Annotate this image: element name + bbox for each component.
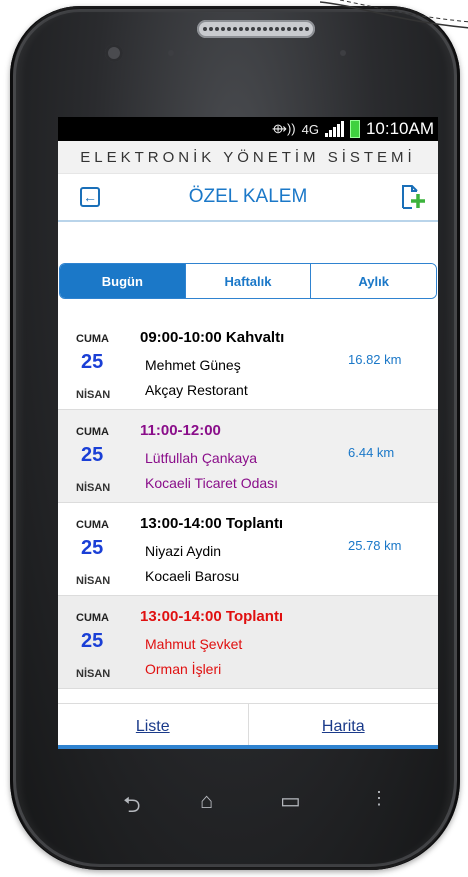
item-person: Mahmut Şevket [145, 636, 243, 652]
app-title: ELEKTRONİK YÖNETİM SİSTEMİ [58, 141, 438, 173]
battery-icon [349, 120, 360, 138]
item-day: CUMA [76, 333, 109, 345]
page-title: ÖZEL KALEM [188, 186, 308, 207]
map-view-link[interactable]: Harita [247, 704, 439, 749]
list-item[interactable]: CUMA 25 NİSAN 11:00-12:00 Lütfullah Çank… [58, 410, 438, 503]
tab-monthly[interactable]: Aylık [310, 264, 436, 298]
clock: 10:10AM [365, 119, 434, 138]
item-distance: 16.82 km [348, 352, 402, 367]
item-day: CUMA [76, 612, 109, 624]
home-key-icon[interactable]: ⌂ [200, 788, 213, 814]
item-distance: 6.44 km [348, 445, 395, 460]
item-date: 25 [81, 537, 104, 559]
charging-cable [320, 0, 468, 29]
item-person: Niyazi Aydin [145, 543, 222, 559]
period-tabs: Bugün Haftalık Aylık [59, 263, 437, 299]
item-time: 13:00-14:00 Toplantı [140, 515, 284, 532]
hardware-keys: ⮌ ⌂ ▭ ⋮ [95, 788, 395, 818]
item-date: 25 [81, 630, 104, 652]
sensor-dot [186, 50, 192, 56]
back-key-icon[interactable]: ⮌ [123, 788, 141, 826]
wifi-icon: ⟴)) [271, 121, 296, 136]
tab-weekly[interactable]: Haftalık [184, 264, 311, 298]
bottom-nav: Liste Harita [58, 703, 438, 749]
recent-apps-key-icon[interactable]: ▭ [280, 788, 301, 814]
item-time: 11:00-12:00 [140, 422, 221, 439]
item-date: 25 [81, 444, 104, 466]
item-place: Kocaeli Ticaret Odası [145, 475, 279, 491]
item-day: CUMA [76, 519, 109, 531]
page-header: ← ÖZEL KALEM [58, 173, 438, 222]
list-item[interactable]: CUMA 25 NİSAN 09:00-10:00 Kahvaltı Mehme… [58, 317, 438, 410]
front-camera [105, 44, 123, 62]
item-date: 25 [81, 351, 104, 373]
item-month: NİSAN [76, 668, 111, 680]
item-time: 09:00-10:00 Kahvaltı [140, 329, 285, 346]
earpiece-speaker [197, 20, 315, 38]
status-bar: ⟴)) 4G 10:10AM [58, 117, 438, 141]
item-time: 13:00-14:00 Toplantı [140, 608, 284, 625]
signal-icon [324, 121, 344, 137]
add-document-icon[interactable] [400, 182, 426, 210]
screen: ⟴)) 4G 10:10AM ELEKTRONİK YÖNETİM SİSTEM… [58, 117, 438, 749]
list-item[interactable]: CUMA 25 NİSAN 13:00-14:00 Toplantı Mahmu… [58, 596, 438, 689]
tab-today[interactable]: Bugün [60, 264, 185, 298]
item-place: Akçay Restorant [145, 382, 248, 398]
menu-key-icon[interactable]: ⋮ [370, 788, 388, 809]
sensor-dot [168, 50, 174, 56]
item-person: Mehmet Güneş [145, 357, 241, 373]
item-month: NİSAN [76, 389, 111, 401]
list-item[interactable]: CUMA 25 NİSAN 13:00-14:00 Toplantı Niyaz… [58, 503, 438, 596]
back-arrow-icon[interactable]: ← [80, 187, 100, 207]
item-month: NİSAN [76, 482, 111, 494]
item-distance: 25.78 km [348, 538, 402, 553]
item-place: Orman İşleri [145, 661, 222, 677]
sensor-dot [340, 50, 346, 56]
appointment-list: CUMA 25 NİSAN 09:00-10:00 Kahvaltı Mehme… [58, 317, 438, 689]
item-place: Kocaeli Barosu [145, 568, 240, 584]
network-type-icon: 4G [301, 121, 319, 137]
item-person: Lütfullah Çankaya [145, 450, 258, 466]
list-view-link[interactable]: Liste [58, 704, 248, 749]
item-month: NİSAN [76, 575, 111, 587]
item-day: CUMA [76, 426, 109, 438]
bottom-accent-bar [58, 745, 438, 749]
